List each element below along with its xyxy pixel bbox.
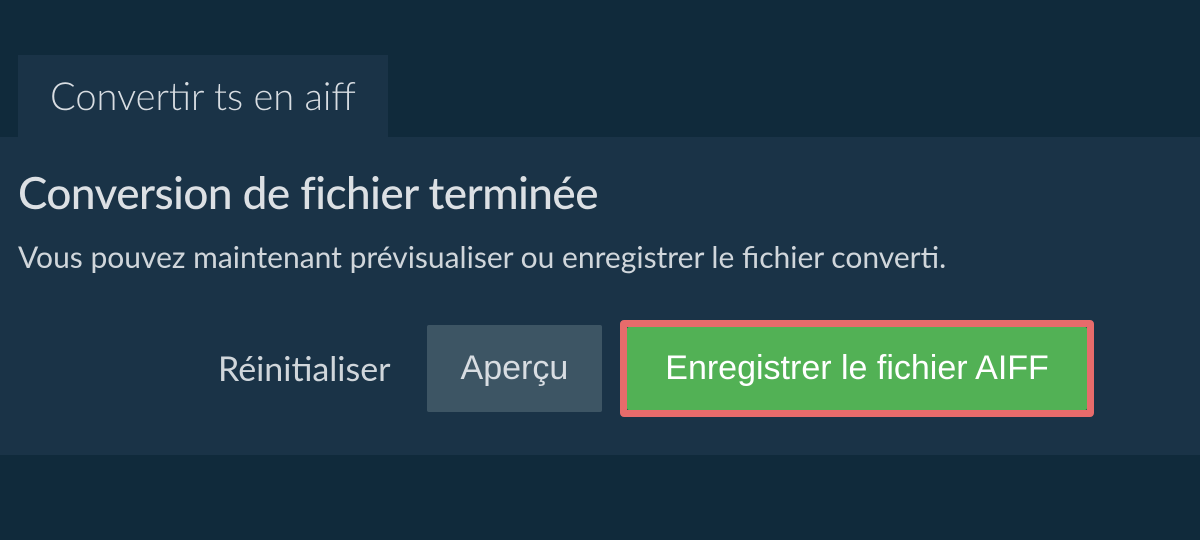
- preview-button[interactable]: Aperçu: [427, 325, 603, 412]
- completion-heading: Conversion de fichier terminée: [18, 167, 1182, 219]
- tab-bar: Convertir ts en aiff: [0, 0, 1200, 137]
- reset-link[interactable]: Réinitialiser: [218, 348, 391, 389]
- tab-convert[interactable]: Convertir ts en aiff: [18, 55, 388, 137]
- content-panel: Conversion de fichier terminée Vous pouv…: [0, 137, 1200, 455]
- action-button-row: Réinitialiser Aperçu Enregistrer le fich…: [18, 320, 1182, 417]
- save-button[interactable]: Enregistrer le fichier AIFF: [627, 327, 1087, 410]
- completion-subtext: Vous pouvez maintenant prévisualiser ou …: [18, 239, 1182, 275]
- main-container: Convertir ts en aiff Conversion de fichi…: [0, 0, 1200, 455]
- save-button-highlight: Enregistrer le fichier AIFF: [620, 320, 1094, 417]
- tab-label: Convertir ts en aiff: [50, 73, 356, 119]
